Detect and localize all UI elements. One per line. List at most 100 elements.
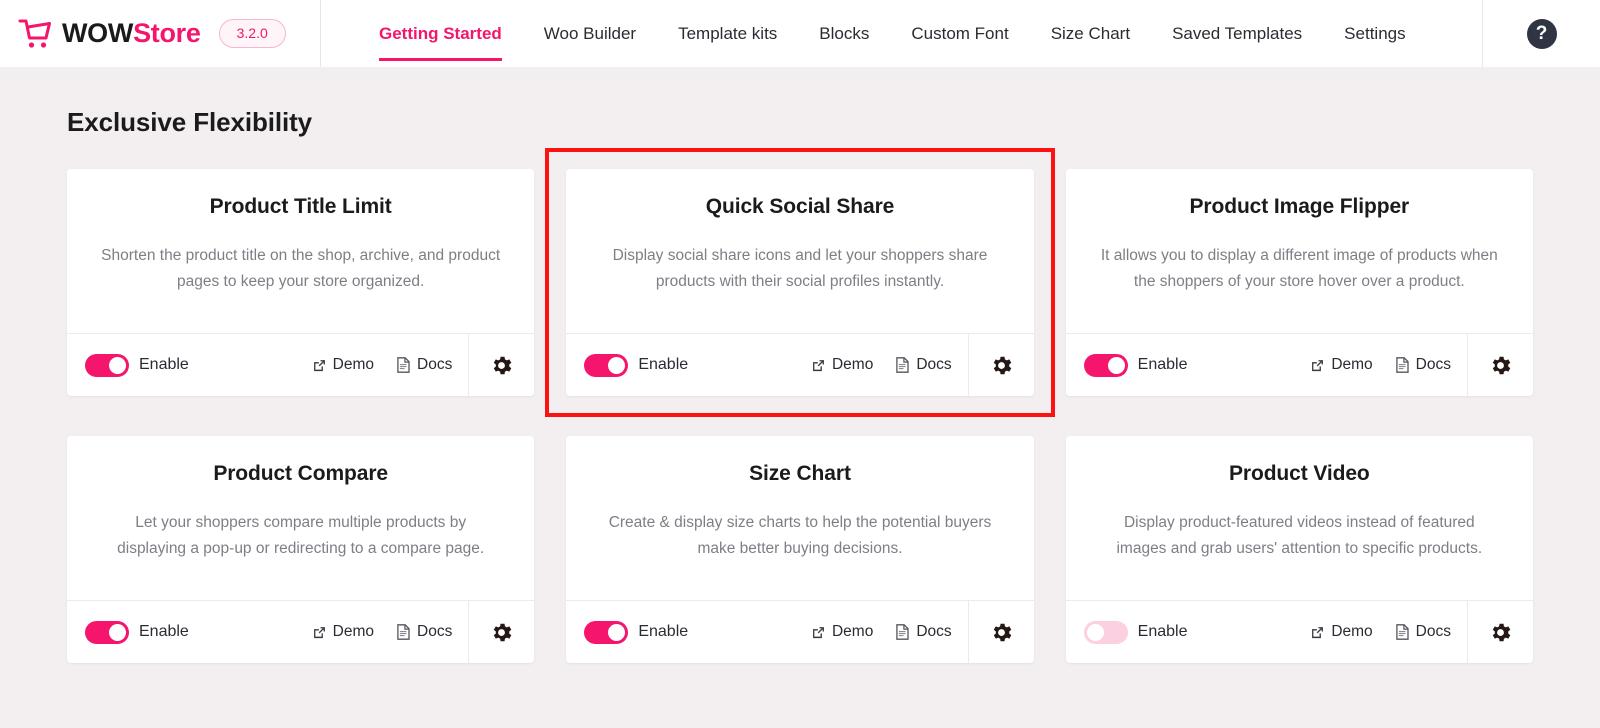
feature-card-product-video: Product Video Display product-featured v… <box>1065 436 1533 663</box>
card-footer-links: Demo Docs <box>811 623 952 641</box>
feature-card-cell: Product Title Limit Shorten the product … <box>67 169 535 396</box>
nav-item-getting-started[interactable]: Getting Started <box>358 0 523 67</box>
card-settings-button[interactable] <box>967 601 1034 663</box>
card-description: Display social share icons and let your … <box>612 247 988 291</box>
nav-item-label: Size Chart <box>1050 23 1131 43</box>
docs-link[interactable]: Docs <box>1395 623 1451 641</box>
toggle-knob <box>1107 356 1125 374</box>
demo-link[interactable]: Demo <box>312 623 374 641</box>
nav-item-size-chart[interactable]: Size Chart <box>1030 0 1151 67</box>
demo-link[interactable]: Demo <box>312 356 374 374</box>
docs-link[interactable]: Docs <box>895 356 952 374</box>
enable-toggle[interactable] <box>584 353 629 377</box>
docs-label: Docs <box>417 623 453 640</box>
shopping-cart-icon <box>18 19 52 49</box>
external-link-icon <box>811 625 826 640</box>
page-title: Exclusive Flexibility <box>67 107 313 137</box>
document-icon <box>895 624 910 640</box>
gear-icon <box>1488 620 1513 645</box>
card-footer-main: Enable Demo Docs <box>566 601 967 663</box>
docs-link[interactable]: Docs <box>396 356 452 374</box>
main-content: Exclusive Flexibility Product Title Limi… <box>0 67 1600 728</box>
docs-link[interactable]: Docs <box>895 623 952 641</box>
card-footer-links: Demo Docs <box>811 356 952 374</box>
gear-icon <box>489 353 514 378</box>
card-title: Size Chart <box>749 462 851 485</box>
enable-toggle[interactable] <box>85 353 129 377</box>
document-icon <box>396 357 411 373</box>
document-icon <box>1395 357 1410 373</box>
card-footer: Enable Demo Docs <box>67 600 535 663</box>
card-description: Display product-featured videos instead … <box>1116 514 1483 558</box>
card-description: Shorten the product title on the shop, a… <box>101 247 501 291</box>
gear-icon <box>989 353 1014 378</box>
enable-label: Enable <box>139 356 189 373</box>
enable-toggle[interactable] <box>584 620 629 644</box>
toggle-knob <box>109 356 126 374</box>
demo-link[interactable]: Demo <box>811 356 873 374</box>
top-header-bar: WOWStore 3.2.0 Getting Started Woo Build… <box>0 0 1600 67</box>
card-footer-links: Demo Docs <box>312 623 452 641</box>
toggle-knob <box>608 623 626 641</box>
external-link-icon <box>1310 358 1325 373</box>
card-footer: Enable Demo Docs <box>1065 333 1533 396</box>
external-link-icon <box>811 358 826 373</box>
demo-link[interactable]: Demo <box>1310 356 1373 374</box>
feature-card-grid: Product Title Limit Shorten the product … <box>67 148 1533 663</box>
card-footer-links: Demo Docs <box>312 356 452 374</box>
demo-label: Demo <box>1331 356 1373 373</box>
nav-item-label: Saved Templates <box>1172 23 1303 43</box>
card-description: It allows you to display a different ima… <box>1100 247 1498 291</box>
demo-link[interactable]: Demo <box>1310 623 1373 641</box>
nav-item-custom-font[interactable]: Custom Font <box>890 0 1029 67</box>
external-link-icon <box>312 358 327 373</box>
demo-link[interactable]: Demo <box>811 623 873 641</box>
card-title: Product Compare <box>213 462 389 485</box>
toggle-knob <box>1086 623 1104 641</box>
nav-item-saved-templates[interactable]: Saved Templates <box>1151 0 1323 67</box>
card-settings-button[interactable] <box>967 334 1034 396</box>
card-settings-button[interactable] <box>1467 334 1533 396</box>
card-body: Size Chart Create & display size charts … <box>566 436 1033 600</box>
brand-title: WOWStore <box>62 20 201 47</box>
question-mark-icon[interactable]: ? <box>1526 18 1557 49</box>
document-icon <box>1395 624 1410 640</box>
nav-item-settings[interactable]: Settings <box>1323 0 1426 67</box>
docs-label: Docs <box>417 356 453 373</box>
toggle-knob <box>109 623 126 641</box>
nav-item-template-kits[interactable]: Template kits <box>657 0 798 67</box>
card-body: Quick Social Share Display social share … <box>566 169 1033 333</box>
brand-zone: WOWStore 3.2.0 <box>0 0 321 67</box>
card-description: Let your shoppers compare multiple produ… <box>117 514 485 558</box>
card-settings-button[interactable] <box>468 601 534 663</box>
card-footer-main: Enable Demo Docs <box>566 334 967 396</box>
card-footer: Enable Demo Docs <box>1065 600 1533 663</box>
card-footer: Enable Demo Docs <box>67 333 535 396</box>
nav-item-blocks[interactable]: Blocks <box>798 0 890 67</box>
nav-item-woo-builder[interactable]: Woo Builder <box>523 0 657 67</box>
card-title: Product Image Flipper <box>1189 195 1410 218</box>
feature-card-cell-highlighted: Quick Social Share Display social share … <box>545 148 1055 417</box>
docs-link[interactable]: Docs <box>1395 356 1451 374</box>
enable-label: Enable <box>638 623 689 640</box>
docs-link[interactable]: Docs <box>396 623 452 641</box>
card-footer-main: Enable Demo Docs <box>67 334 468 396</box>
enable-toggle[interactable] <box>1083 620 1128 644</box>
external-link-icon <box>1310 625 1325 640</box>
demo-label: Demo <box>332 356 374 373</box>
card-settings-button[interactable] <box>468 334 534 396</box>
toggle-knob <box>608 356 626 374</box>
nav-item-label: Custom Font <box>911 23 1009 43</box>
demo-label: Demo <box>332 623 374 640</box>
feature-card-size-chart: Size Chart Create & display size charts … <box>566 436 1034 663</box>
card-settings-button[interactable] <box>1467 601 1533 663</box>
demo-label: Demo <box>831 356 874 373</box>
card-body: Product Video Display product-featured v… <box>1066 436 1533 600</box>
brand-title-wow: WOW <box>62 18 134 48</box>
nav-item-label: Blocks <box>819 23 870 43</box>
enable-toggle[interactable] <box>85 620 129 644</box>
enable-toggle[interactable] <box>1083 353 1128 377</box>
docs-label: Docs <box>916 356 952 373</box>
nav-item-label: Woo Builder <box>543 23 637 43</box>
card-footer: Enable Demo Docs <box>566 333 1034 396</box>
